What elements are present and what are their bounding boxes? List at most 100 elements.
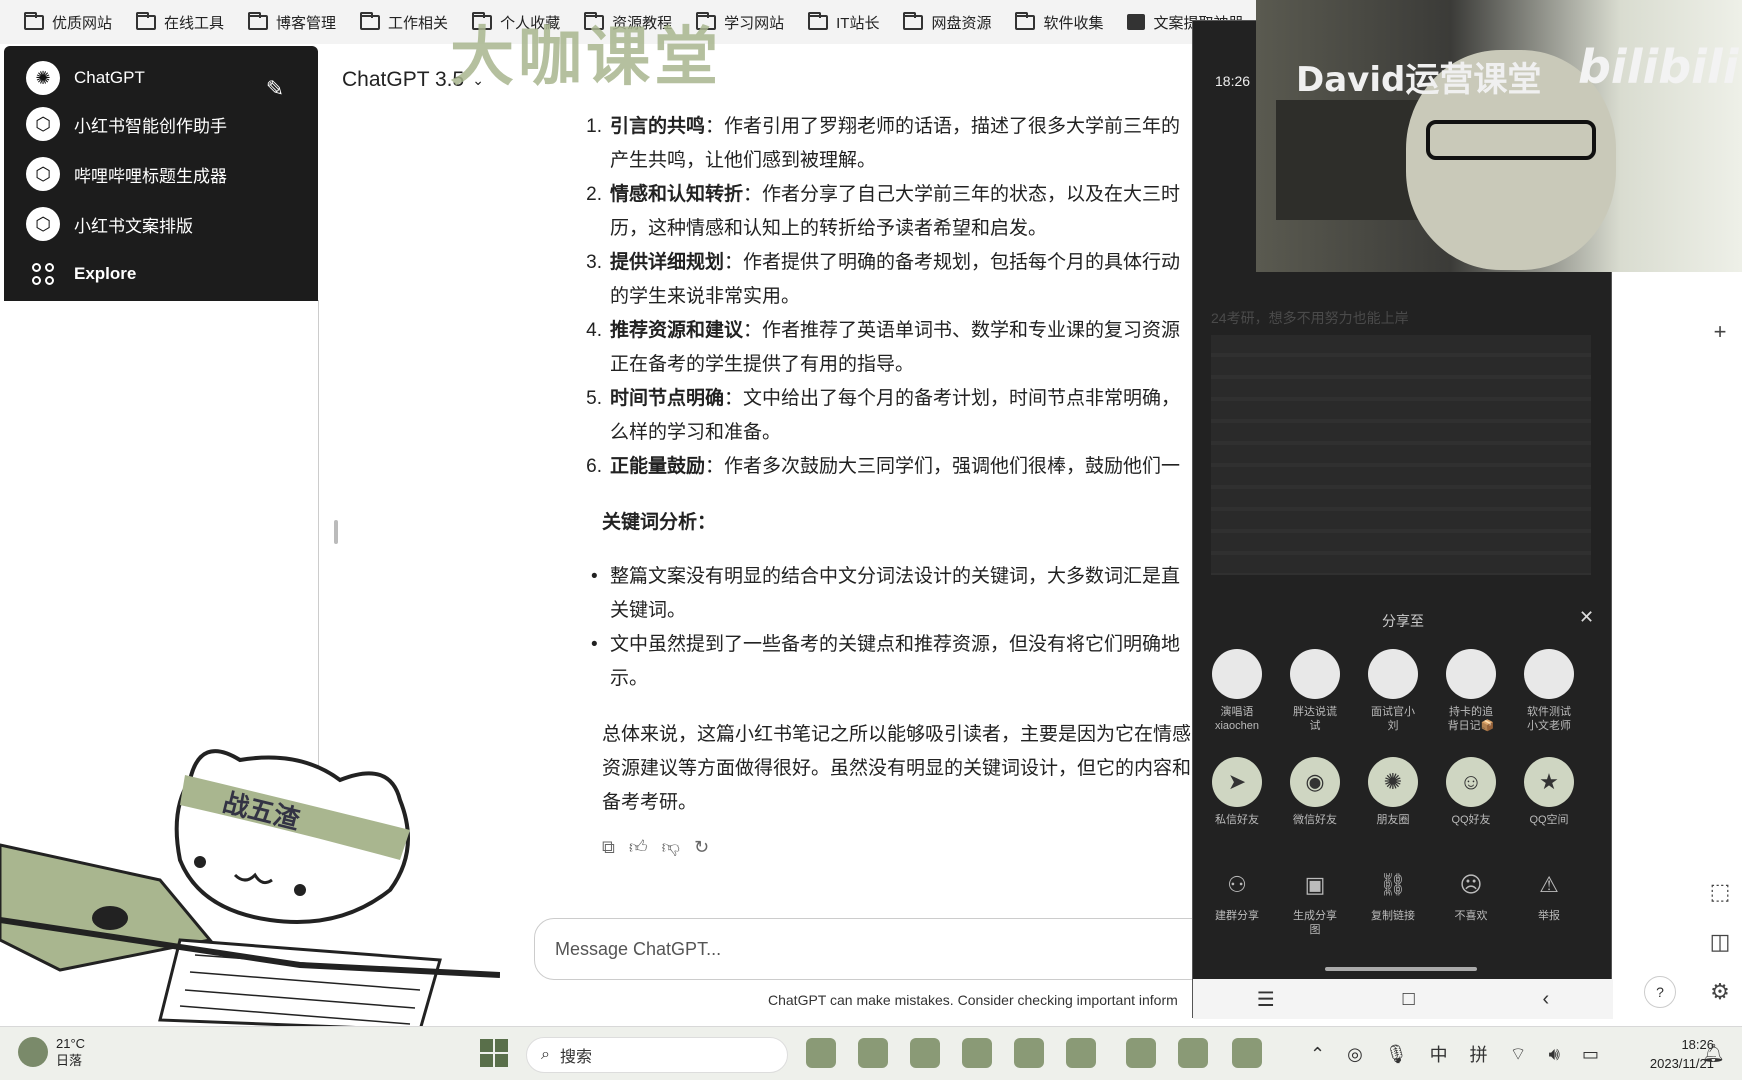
- report-icon: ⚠: [1539, 872, 1559, 897]
- windows-start-icon[interactable]: [480, 1039, 508, 1067]
- qzone-icon: ★: [1524, 757, 1574, 807]
- sidebar-item-label: 哔哩哔哩标题生成器: [74, 166, 227, 186]
- share-option[interactable]: ◉ 微信好友: [1289, 757, 1341, 827]
- share-option[interactable]: ☺ QQ好友: [1445, 757, 1497, 827]
- gpt-cube-icon: ⬡: [26, 207, 60, 241]
- bullet-item: • 整篇文案没有明显的结合中文分词法设计的关键词，大多数词汇是直 关键词。: [580, 560, 1200, 628]
- notification-bell-icon[interactable]: 🔔︎: [1702, 1043, 1725, 1064]
- bookmark-item[interactable]: 博客管理: [236, 0, 348, 44]
- bookmark-item[interactable]: 优质网站: [12, 0, 124, 44]
- list-number: 3.: [586, 252, 602, 273]
- share-option-label: 胖达说谎 试: [1293, 706, 1337, 732]
- list-number: 6.: [586, 456, 602, 477]
- sidebar-item-xhs-assistant[interactable]: ⬡ 小红书智能创作助手: [26, 104, 227, 144]
- back-icon[interactable]: ‹: [1542, 988, 1549, 1011]
- bullet-text: 示。: [610, 668, 649, 689]
- clock[interactable]: 18:26 2023/11/21: [1614, 1035, 1714, 1073]
- bookmark-item[interactable]: 工作相关: [348, 0, 460, 44]
- gear-icon[interactable]: ⚙: [1708, 980, 1732, 1004]
- taskbar-phone-mirror-icon[interactable]: [1232, 1038, 1262, 1068]
- list-item-title: 情感和认知转折: [610, 184, 744, 205]
- share-option[interactable]: ⚇ 建群分享: [1211, 867, 1263, 937]
- thumbs-up-icon[interactable]: 👍︎: [629, 830, 648, 864]
- share-option[interactable]: ★ QQ空间: [1523, 757, 1575, 827]
- taskbar-app-8-icon[interactable]: [1178, 1038, 1208, 1068]
- menu-icon[interactable]: ☰: [1257, 987, 1275, 1012]
- share-option-label: 面试官小 刘: [1371, 706, 1415, 732]
- share-option-label: 朋友圈: [1376, 814, 1410, 826]
- home-square-icon[interactable]: □: [1403, 988, 1415, 1011]
- sidebar: ✺ ChatGPT ✎ ⬡ 小红书智能创作助手 ⬡ 哔哩哔哩标题生成器 ⬡ 小红…: [4, 46, 318, 301]
- list-item-title: 推荐资源和建议: [610, 320, 744, 341]
- wifi-icon[interactable]: ⌔: [1510, 1043, 1527, 1066]
- sidebar-item-bili-title[interactable]: ⬡ 哔哩哔哩标题生成器: [26, 154, 227, 194]
- image-icon: ▣: [1304, 872, 1326, 897]
- list-item-title: 时间节点明确: [610, 388, 725, 409]
- taskbar-app-6-icon[interactable]: [1066, 1038, 1096, 1068]
- link-icon: ⛓: [1379, 872, 1407, 897]
- sidebar-item-explore[interactable]: Explore: [26, 254, 136, 294]
- bookmark-item[interactable]: 软件收集: [1003, 0, 1115, 44]
- share-option[interactable]: 软件测试 小文老师: [1523, 649, 1575, 733]
- taskbar-app-teams-icon[interactable]: [910, 1038, 940, 1068]
- battery-icon[interactable]: ▭: [1582, 1044, 1599, 1065]
- share-option[interactable]: 演唱语 xiaochen: [1211, 649, 1263, 733]
- share-option-label: QQ好友: [1451, 814, 1491, 826]
- sidebar-toggle-icon[interactable]: ◫: [1708, 930, 1732, 954]
- resize-handle[interactable]: [334, 520, 338, 544]
- taskbar-file-explorer-icon[interactable]: [962, 1038, 992, 1068]
- share-option[interactable]: ⚠ 举报: [1523, 867, 1575, 937]
- close-icon[interactable]: ✕: [1579, 607, 1594, 628]
- share-option[interactable]: 面试官小 刘: [1367, 649, 1419, 733]
- share-option[interactable]: 胖达说谎 试: [1289, 649, 1341, 733]
- list-item-text: 的学生来说非常实用。: [610, 286, 801, 307]
- list-item-title: 提供详细规划: [610, 252, 725, 273]
- share-option[interactable]: ✺ 朋友圈: [1367, 757, 1419, 827]
- bookmark-item[interactable]: 在线工具: [124, 0, 236, 44]
- list-item-text: ：文中给出了每个月的备考计划，时间节点非常明确，: [724, 388, 1181, 409]
- copy-icon[interactable]: ⧉: [602, 830, 615, 864]
- message-input[interactable]: Message ChatGPT...: [534, 918, 1234, 980]
- screenshot-icon[interactable]: ⬚: [1708, 880, 1732, 904]
- share-option-label: 持卡的追 背日记📦: [1447, 706, 1495, 732]
- webcam-overlay: David运营课堂 bilibili: [1256, 0, 1742, 272]
- bookmark-label: 学习网站: [724, 14, 785, 32]
- chevron-up-icon[interactable]: ⌃: [1310, 1044, 1325, 1065]
- volume-icon[interactable]: 🔊︎: [1549, 1044, 1560, 1065]
- list-item-text: ：作者引用了罗翔老师的话语，描述了很多大学前三年的: [705, 116, 1181, 137]
- regenerate-icon[interactable]: ↻: [694, 830, 709, 864]
- taskbar-notepad-icon[interactable]: [1126, 1038, 1156, 1068]
- list-item-text: 么样的学习和准备。: [610, 422, 782, 443]
- sidebar-item-chatgpt[interactable]: ✺ ChatGPT: [26, 58, 145, 98]
- folder-icon: [360, 11, 381, 30]
- summary-paragraph: 总体来说，这篇小红书笔记之所以能够吸引读者，主要是因为它在情感 资源建议等方面做得…: [580, 718, 1200, 820]
- sidebar-item-xhs-layout[interactable]: ⬡ 小红书文案排版: [26, 204, 193, 244]
- clock-date: 2023/11/21: [1649, 1056, 1714, 1071]
- thumbs-down-icon[interactable]: 👎︎: [662, 830, 680, 864]
- weather-widget[interactable]: 21°C 日落: [18, 1035, 85, 1069]
- list-item: 6. 正能量鼓励：作者多次鼓励大三同学们，强调他们很棒，鼓励他们一: [580, 450, 1200, 484]
- system-tray: ⌃ ◎ 🎙︎ 中 拼 ⌔ 🔊︎ ▭: [1310, 1041, 1599, 1067]
- new-chat-edit-icon[interactable]: ✎: [262, 76, 288, 102]
- list-item: 1. 引言的共鸣：作者引用了罗翔老师的话语，描述了很多大学前三年的 产生共鸣，让他们…: [580, 110, 1200, 178]
- app-icon: [1127, 14, 1146, 30]
- taskbar-app-1-icon[interactable]: [806, 1038, 836, 1068]
- ime-mode[interactable]: 中: [1430, 1041, 1448, 1067]
- share-option[interactable]: 持卡的追 背日记📦: [1445, 649, 1497, 733]
- bookmark-item[interactable]: IT站长: [796, 0, 891, 44]
- list-item: 3. 提供详细规划：作者提供了明确的备考规划，包括每个月的具体行动 的学生来说非常实…: [580, 246, 1200, 314]
- tray-app-icon[interactable]: ◎: [1347, 1044, 1363, 1065]
- plus-icon[interactable]: +: [1708, 320, 1732, 344]
- bookmark-item[interactable]: 网盘资源: [891, 0, 1003, 44]
- taskbar-edge-icon[interactable]: [1014, 1038, 1044, 1068]
- share-option[interactable]: ⛓ 复制链接: [1367, 867, 1419, 937]
- microphone-icon[interactable]: 🎙︎: [1385, 1044, 1408, 1065]
- help-button[interactable]: ?: [1644, 976, 1676, 1008]
- share-option[interactable]: ☹ 不喜欢: [1445, 867, 1497, 937]
- taskbar-search[interactable]: ⌕ 搜索: [526, 1037, 788, 1073]
- taskbar-app-2-icon[interactable]: [858, 1038, 888, 1068]
- share-option[interactable]: ▣ 生成分享 图: [1289, 867, 1341, 937]
- share-option[interactable]: ➤ 私信好友: [1211, 757, 1263, 827]
- summary-line: 总体来说，这篇小红书笔记之所以能够吸引读者，主要是因为它在情感: [602, 724, 1192, 745]
- ime-pinyin[interactable]: 拼: [1470, 1041, 1488, 1067]
